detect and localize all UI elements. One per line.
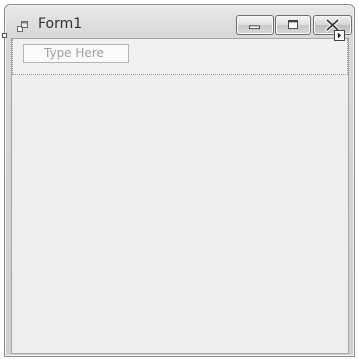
maximize-button[interactable] [275, 15, 311, 35]
type-here-input[interactable]: Type Here [23, 44, 129, 63]
close-icon [325, 17, 340, 33]
form-client-area[interactable]: Type Here [11, 38, 349, 354]
close-button[interactable] [313, 15, 352, 35]
smart-tag-arrow-icon [337, 32, 342, 39]
form-window: Form1 Type Here [4, 4, 355, 357]
maximize-icon [288, 20, 298, 30]
title-bar[interactable]: Form1 [5, 5, 354, 39]
menu-strip: Type Here [12, 39, 348, 75]
minimize-icon [249, 25, 260, 30]
form-icon [17, 18, 29, 32]
selection-handle[interactable] [2, 33, 7, 38]
minimize-button[interactable] [236, 15, 274, 35]
window-title: Form1 [38, 16, 83, 32]
smart-tag-button[interactable] [334, 30, 345, 41]
